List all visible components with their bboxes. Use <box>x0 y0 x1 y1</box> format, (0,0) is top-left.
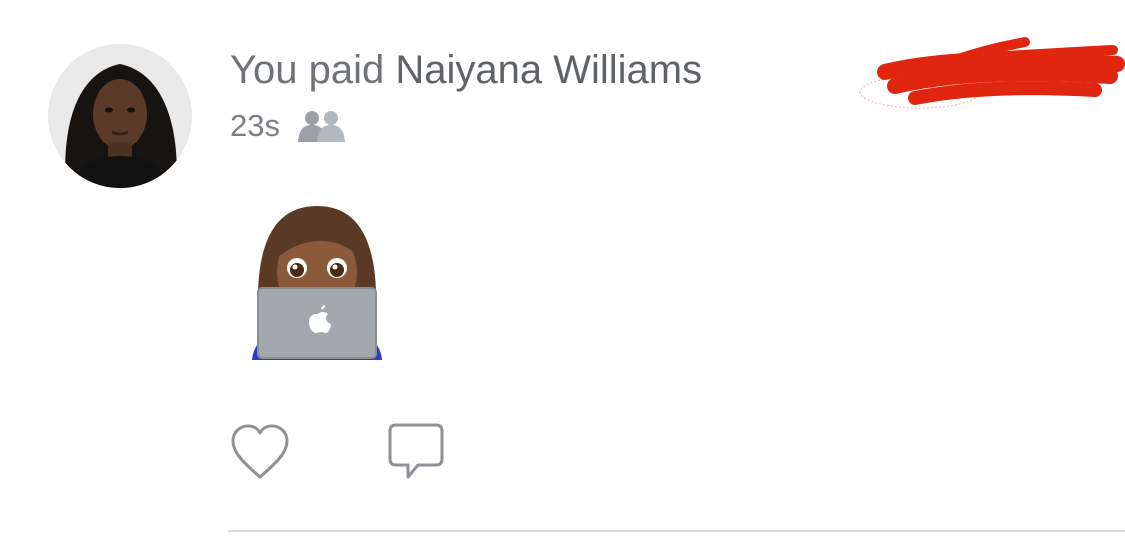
payment-headline: You paid Naiyana Williams <box>230 44 702 96</box>
avatar-photo <box>48 44 192 188</box>
payment-feed-item[interactable]: You paid Naiyana Williams 23s <box>0 0 1125 540</box>
headline-prefix: You paid <box>230 48 385 92</box>
feed-divider <box>228 530 1125 532</box>
avatar[interactable] <box>48 44 192 188</box>
redacted-amount <box>855 30 1125 120</box>
recipient-name[interactable]: Naiyana Williams <box>395 48 702 92</box>
timestamp: 23s <box>230 108 280 143</box>
woman-technologist-emoji <box>242 200 392 362</box>
meta-row: 23s <box>230 104 348 148</box>
heart-outline-icon <box>231 424 289 478</box>
like-button[interactable] <box>228 420 292 486</box>
speech-bubble-outline-icon <box>388 423 444 478</box>
friends-icon <box>296 109 348 143</box>
comment-button[interactable] <box>384 420 448 486</box>
